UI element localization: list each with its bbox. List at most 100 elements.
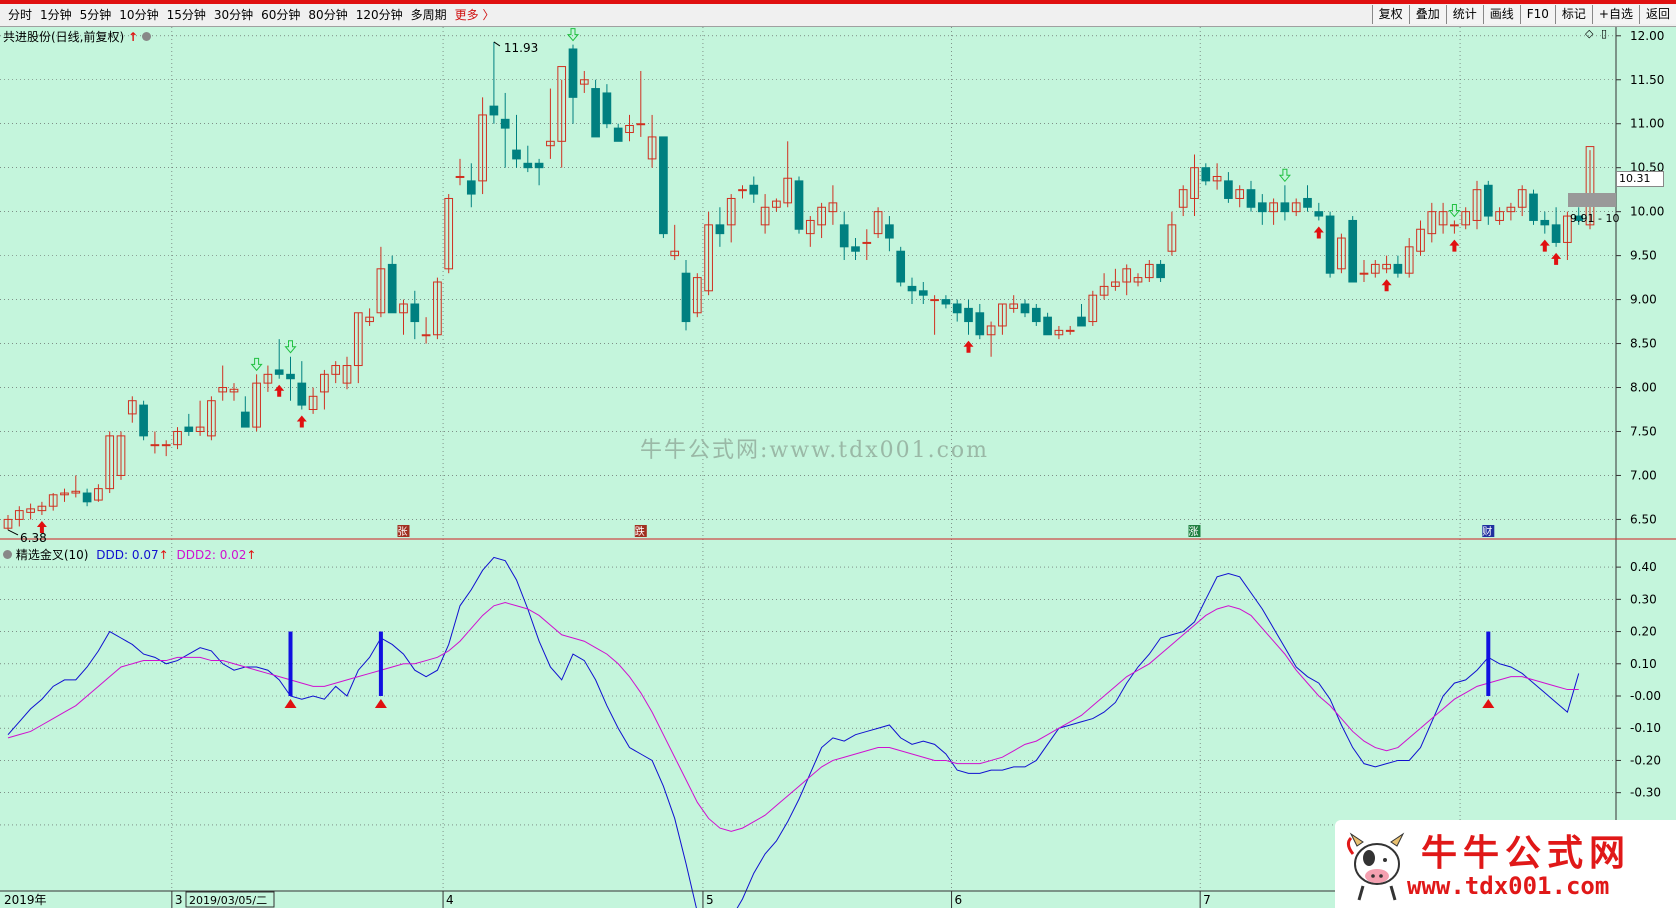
- indicator-title-row: 精选金叉(10) DDD: 0.07↑ DDD2: 0.02↑: [3, 546, 256, 563]
- tab-10min[interactable]: 10分钟: [115, 7, 162, 23]
- indicator-title: 精选金叉(10): [15, 548, 89, 562]
- candle-body: [421, 334, 431, 337]
- candle-body: [613, 127, 623, 142]
- cross-bar: [288, 631, 293, 696]
- adjust-button[interactable]: 复权: [1371, 5, 1409, 24]
- sell-arrow-icon: [1278, 168, 1291, 183]
- candle-body: [975, 312, 985, 336]
- candle-body: [1257, 202, 1267, 213]
- candle-body: [1540, 219, 1550, 226]
- event-marker-text: 财: [1482, 525, 1492, 538]
- indicator-tick-label: -0.20: [1630, 753, 1661, 767]
- high-pointer: [493, 41, 501, 47]
- candle-body: [410, 303, 420, 323]
- candle-body: [466, 180, 476, 195]
- candle-body: [1280, 202, 1290, 213]
- candle-body: [455, 175, 465, 178]
- price-tick-label: 8.00: [1630, 381, 1657, 395]
- candle-body: [489, 105, 499, 116]
- buy-arrow-icon: [1539, 239, 1550, 252]
- period-toolbar: 分时 1分钟 5分钟 10分钟 15分钟 30分钟 60分钟 80分钟 120分…: [0, 4, 1676, 27]
- candle-body: [715, 224, 725, 235]
- up-arrow-icon: ↑: [128, 30, 139, 44]
- month-label: 5: [706, 893, 714, 907]
- candle-body: [602, 92, 612, 125]
- cross-triangle-icon: [1482, 699, 1495, 708]
- tab-15min[interactable]: 15分钟: [163, 7, 210, 23]
- event-marker-text: 张: [398, 526, 408, 538]
- candle-body: [738, 189, 747, 192]
- candle-body: [964, 307, 973, 323]
- f10-button[interactable]: F10: [1519, 5, 1555, 24]
- main-title-row: 共进股份(日线,前复权) ↑: [3, 28, 151, 45]
- add-watchlist-button[interactable]: +自选: [1591, 5, 1639, 24]
- candle-body: [794, 180, 804, 230]
- overlay-button[interactable]: 叠加: [1408, 5, 1446, 24]
- tab-fenshi[interactable]: 分时: [4, 7, 36, 23]
- candle-body: [1303, 197, 1312, 208]
- tab-1min[interactable]: 1分钟: [36, 7, 76, 23]
- cow-logo-icon: [1346, 832, 1405, 901]
- tab-60min[interactable]: 60分钟: [257, 7, 304, 23]
- draw-button[interactable]: 画线: [1482, 5, 1520, 24]
- indicator-dot-icon[interactable]: [3, 550, 12, 559]
- candle-body: [286, 373, 295, 380]
- price-tick-label: 12.00: [1630, 29, 1664, 43]
- price-tick-label: 6.50: [1630, 512, 1657, 526]
- candle-body: [885, 224, 894, 239]
- indicator-tick-label: -0.30: [1630, 786, 1661, 800]
- indicator-tick-label: 0.30: [1630, 592, 1657, 606]
- candle-body: [1031, 307, 1041, 323]
- tab-80min[interactable]: 80分钟: [304, 7, 351, 23]
- month-label: 4: [446, 893, 454, 907]
- cross-bar: [1486, 631, 1491, 696]
- candle-body: [907, 285, 917, 292]
- candle-body: [1450, 224, 1459, 227]
- logo-url: www.tdx001.com: [1407, 872, 1610, 900]
- candle-body: [82, 492, 92, 503]
- pane-icon: ▯: [1601, 27, 1607, 40]
- logo-watermark: 牛牛公式网 www.tdx001.com: [1335, 820, 1676, 908]
- candle-body: [930, 299, 939, 302]
- year-label: 2019年: [4, 893, 47, 907]
- candle-body: [1043, 316, 1052, 336]
- settings-dot-icon[interactable]: [141, 32, 151, 41]
- buy-arrow-icon: [274, 384, 285, 397]
- buy-arrow-icon: [1313, 226, 1324, 239]
- buy-arrow-icon: [1449, 239, 1460, 252]
- candle-body: [749, 184, 759, 195]
- candle-body: [1325, 215, 1335, 274]
- logo-title: 牛牛公式网: [1421, 832, 1632, 874]
- tab-30min[interactable]: 30分钟: [210, 7, 257, 23]
- tab-120min[interactable]: 120分钟: [352, 7, 407, 23]
- candle-body: [1020, 303, 1030, 314]
- mark-button[interactable]: 标记: [1554, 5, 1592, 24]
- back-button[interactable]: 返回: [1638, 5, 1676, 24]
- month-label: 6: [955, 893, 963, 907]
- cross-triangle-icon: [284, 699, 297, 708]
- tab-multi-period[interactable]: 多周期: [407, 7, 451, 23]
- candle-body: [512, 149, 521, 160]
- candle-body: [150, 444, 160, 447]
- candle-body: [1359, 272, 1369, 275]
- ddd-label: DDD: 0.07: [96, 548, 159, 562]
- candle-body: [523, 162, 533, 169]
- buy-arrow-icon: [1551, 252, 1562, 265]
- tab-5min[interactable]: 5分钟: [76, 7, 116, 23]
- more-button[interactable]: 更多 〉: [451, 7, 499, 23]
- ddd-up-icon: ↑: [158, 548, 169, 562]
- price-tick-label: 7.00: [1630, 468, 1657, 482]
- candle-body: [1393, 263, 1403, 274]
- chart-area[interactable]: 12.0011.5011.0010.5010.009.509.008.508.0…: [0, 27, 1676, 908]
- indicator-tick-label: 0.10: [1630, 657, 1657, 671]
- candle-body: [500, 118, 510, 129]
- sell-arrow-icon: [1448, 203, 1461, 218]
- candle-body: [636, 123, 646, 126]
- range-highlight: [1568, 193, 1616, 207]
- indicator-tick-label: -0.00: [1630, 689, 1661, 703]
- stats-button[interactable]: 统计: [1445, 5, 1483, 24]
- candle-body: [1077, 316, 1086, 327]
- indicator-tick-label: 0.40: [1630, 560, 1657, 574]
- period-tabs: 分时 1分钟 5分钟 10分钟 15分钟 30分钟 60分钟 80分钟 120分…: [4, 7, 498, 23]
- sell-arrow-icon: [250, 357, 263, 372]
